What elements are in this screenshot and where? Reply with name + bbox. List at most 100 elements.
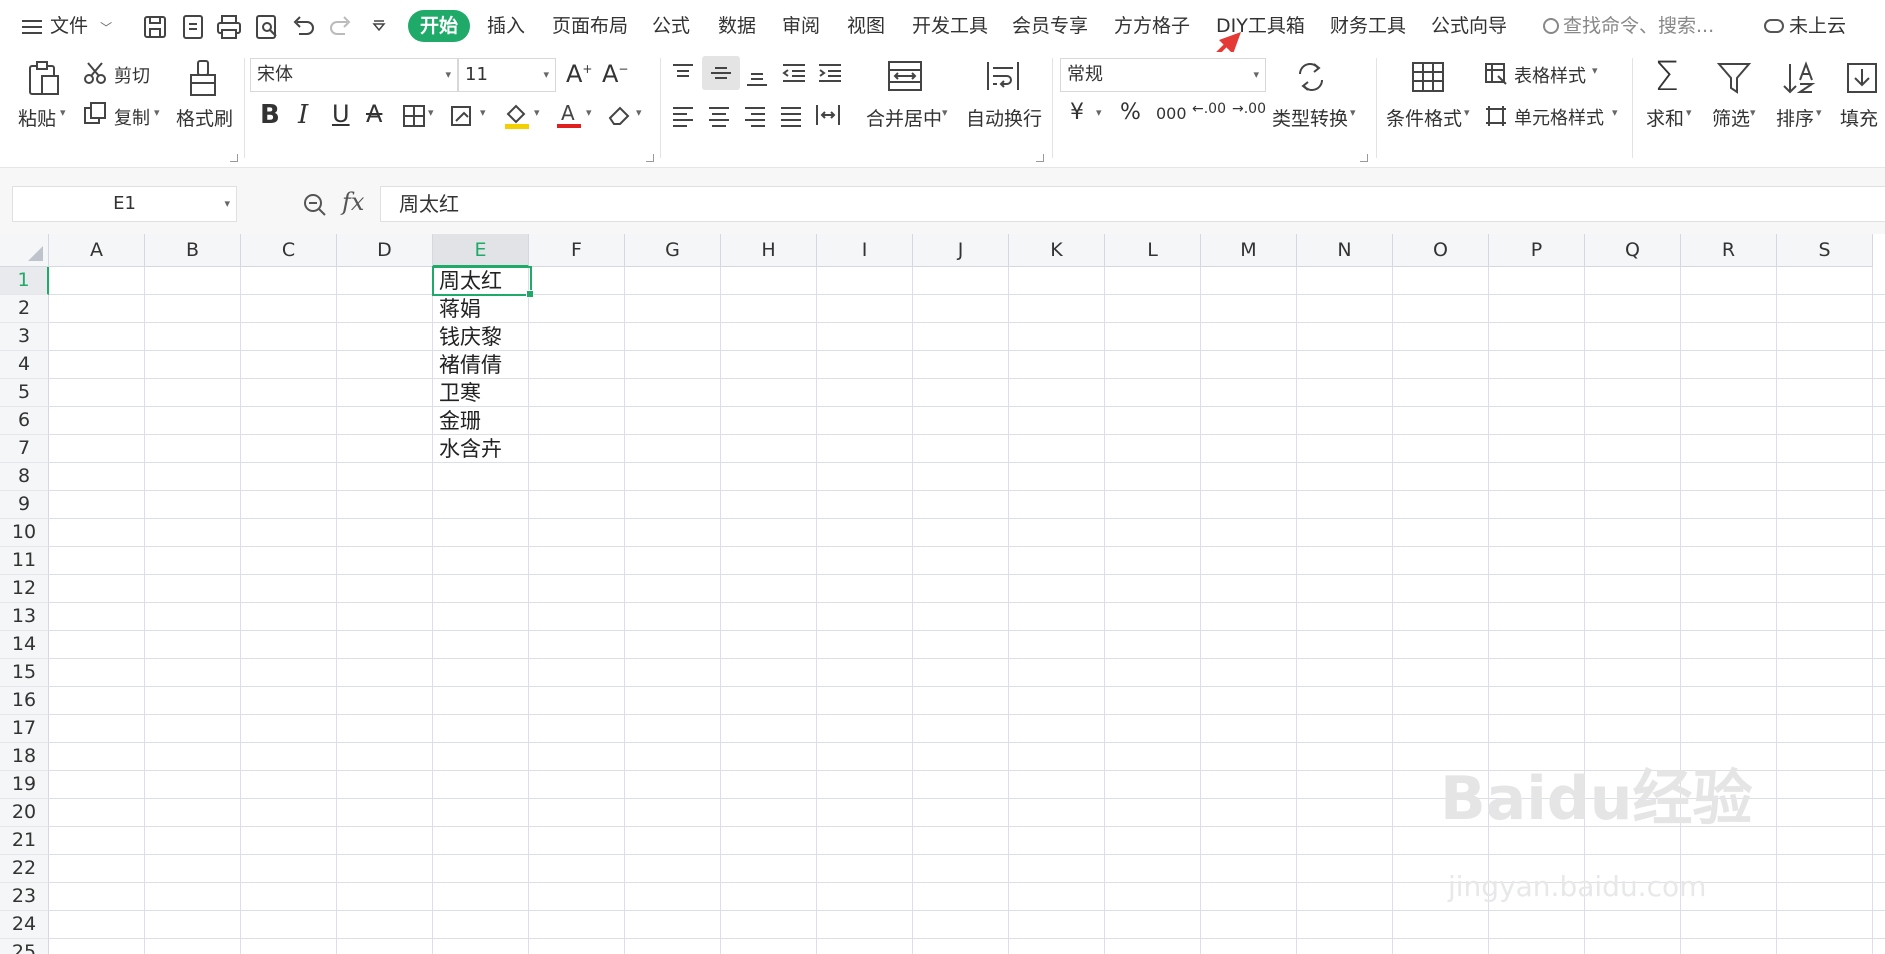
tab-start[interactable]: 开始 [408,10,470,42]
row-header-3[interactable]: 3 [0,323,49,351]
thousands-separator-icon[interactable]: 000 [1156,104,1187,123]
fill-button[interactable]: 填充 [1840,104,1878,131]
row-header-17[interactable]: 17 [0,715,49,743]
column-header-d[interactable]: D [337,234,433,267]
row-header-12[interactable]: 12 [0,575,49,603]
font-color-icon[interactable]: A [554,100,584,130]
column-header-r[interactable]: R [1681,234,1777,267]
justify-icon[interactable] [778,104,804,128]
scissors-icon[interactable] [82,60,108,86]
copy-dropdown-icon[interactable]: ▾ [154,106,160,119]
cloud-status[interactable]: 未上云 [1764,10,1846,42]
tab-formula-wizard[interactable]: 公式向导 [1431,10,1507,42]
row-header-9[interactable]: 9 [0,491,49,519]
wrap-text-button[interactable]: 自动换行 [966,104,1042,131]
increase-indent-icon[interactable] [816,62,844,84]
file-menu[interactable]: 文件 ﹀ [22,10,112,42]
row-header-7[interactable]: 7 [0,435,49,463]
column-header-m[interactable]: M [1201,234,1297,267]
merge-center-icon[interactable] [886,58,924,94]
row-header-23[interactable]: 23 [0,883,49,911]
row-header-21[interactable]: 21 [0,827,49,855]
table-style-button[interactable]: 表格样式 [1514,62,1586,88]
font-size-combo[interactable]: 11 ▾ [458,58,556,92]
sort-button[interactable]: 排序 [1776,104,1814,131]
align-bottom-icon[interactable] [744,66,770,88]
align-center-icon[interactable] [706,104,732,128]
row-header-18[interactable]: 18 [0,743,49,771]
copy-button[interactable]: 复制 [114,104,150,130]
tab-developer[interactable]: 开发工具 [912,10,988,42]
borders-icon[interactable] [402,104,428,128]
font-name-combo[interactable]: 宋体 ▾ [250,58,458,92]
zoom-formula-icon[interactable] [302,192,328,222]
italic-icon[interactable]: I [298,100,308,130]
format-painter-button[interactable]: 格式刷 [176,104,233,131]
cell-e5[interactable]: 卫寒 [433,379,529,407]
row-header-1[interactable]: 1 [0,267,49,295]
row-header-24[interactable]: 24 [0,911,49,939]
tab-view[interactable]: 视图 [847,10,885,42]
filter-icon[interactable] [1716,60,1752,96]
tab-finance-tools[interactable]: 财务工具 [1330,10,1406,42]
column-header-f[interactable]: F [529,234,625,267]
decrease-indent-icon[interactable] [780,62,808,84]
tab-page-layout[interactable]: 页面布局 [552,10,628,42]
paste-icon[interactable] [24,58,64,98]
column-header-i[interactable]: I [817,234,913,267]
paste-dropdown-icon[interactable]: ▾ [60,106,66,119]
column-header-q[interactable]: Q [1585,234,1681,267]
row-header-2[interactable]: 2 [0,295,49,323]
command-search[interactable]: 查找命令、搜索... [1543,10,1714,42]
decrease-font-size-icon[interactable]: A− [602,60,628,88]
increase-decimal-icon[interactable]: ←.00 [1192,102,1226,116]
sum-button[interactable]: 求和 [1646,104,1684,131]
row-header-16[interactable]: 16 [0,687,49,715]
row-header-25[interactable]: 25 [0,939,49,954]
conditional-format-button[interactable]: 条件格式 [1386,104,1462,131]
column-header-s[interactable]: S [1777,234,1873,267]
tab-member[interactable]: 会员专享 [1012,10,1088,42]
select-all-button[interactable] [0,234,49,267]
borders-dropdown-icon[interactable]: ▾ [428,106,434,119]
active-cell-selection[interactable] [432,266,534,298]
cell-e3[interactable]: 钱庆黎 [433,323,529,351]
row-header-14[interactable]: 14 [0,631,49,659]
column-header-g[interactable]: G [625,234,721,267]
font-color-dropdown-icon[interactable]: ▾ [586,106,592,119]
sum-dropdown-icon[interactable]: ▾ [1686,106,1692,119]
column-header-k[interactable]: K [1009,234,1105,267]
merge-center-dropdown-icon[interactable]: ▾ [942,106,948,119]
cell-area[interactable] [49,267,1885,954]
distributed-align-icon[interactable] [814,102,842,128]
undo-icon[interactable] [288,12,318,42]
merge-center-button[interactable]: 合并居中 [866,104,942,131]
formula-input[interactable]: 周太红 [380,186,1885,222]
insert-function-icon[interactable]: fx [342,188,364,216]
font-group-launcher-icon[interactable] [646,154,654,162]
row-header-5[interactable]: 5 [0,379,49,407]
increase-font-size-icon[interactable]: A+ [566,60,592,88]
tab-review[interactable]: 审阅 [782,10,820,42]
cell-e2[interactable]: 蒋娟 [433,295,529,323]
redo-icon[interactable] [326,12,356,42]
number-format-combo[interactable]: 常规 ▾ [1060,58,1266,92]
bold-icon[interactable]: B [260,100,280,130]
currency-format-icon[interactable]: ¥ [1070,100,1084,125]
filter-dropdown-icon[interactable]: ▾ [1750,106,1756,119]
column-header-a[interactable]: A [49,234,145,267]
align-middle-icon[interactable] [702,56,740,90]
tab-fangfang[interactable]: 方方格子 [1114,10,1190,42]
column-header-j[interactable]: J [913,234,1009,267]
fill-down-icon[interactable] [1844,60,1880,96]
cell-e7[interactable]: 水含卉 [433,435,529,463]
print-preview-icon[interactable] [252,12,282,42]
row-header-8[interactable]: 8 [0,463,49,491]
fill-pattern-dropdown-icon[interactable]: ▾ [480,106,486,119]
row-header-10[interactable]: 10 [0,519,49,547]
align-top-icon[interactable] [670,62,696,84]
column-header-c[interactable]: C [241,234,337,267]
eraser-dropdown-icon[interactable]: ▾ [636,106,642,119]
clipboard-group-launcher-icon[interactable] [230,154,238,162]
copy-icon[interactable] [82,100,108,126]
